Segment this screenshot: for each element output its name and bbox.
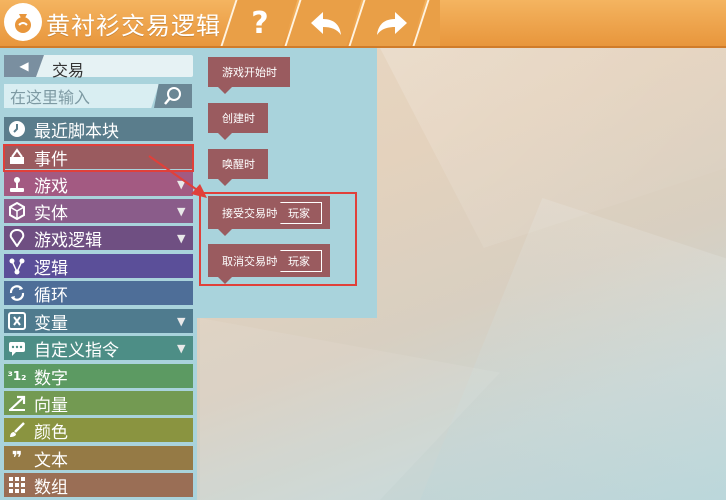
redo-icon <box>377 12 407 35</box>
category-recent[interactable]: 最近脚本块 <box>4 117 193 142</box>
block-label: 创建时 <box>222 112 255 125</box>
brush-icon <box>6 419 28 441</box>
category-label: 数组 <box>34 477 68 498</box>
block-on-awake[interactable]: 唤醒时 <box>208 149 268 186</box>
category-label: 逻辑 <box>34 258 68 279</box>
category-label: 游戏逻辑 <box>34 230 102 251</box>
category-label: 文本 <box>34 450 68 471</box>
search-input[interactable] <box>8 85 152 109</box>
category-color[interactable]: 颜色 <box>4 418 193 443</box>
loop-icon <box>6 282 28 304</box>
logic-icon <box>6 255 28 277</box>
grid-icon <box>6 474 28 496</box>
category-logic[interactable]: 逻辑 <box>4 254 193 279</box>
category-variable[interactable]: 变量 ▼ <box>4 309 193 334</box>
category-vector[interactable]: 向量 <box>4 391 193 416</box>
window-title: 黄衬衫交易逻辑 <box>46 12 221 40</box>
annotation-arrow-icon <box>148 155 207 198</box>
category-text[interactable]: ❞ 文本 <box>4 446 193 471</box>
category-label: 循环 <box>34 285 68 306</box>
chevron-down-icon: ▼ <box>177 204 186 218</box>
triangle-left-icon: ◀ <box>19 59 29 73</box>
chevron-down-icon: ▼ <box>177 341 186 355</box>
block-label: 游戏开始时 <box>222 66 277 79</box>
chat-icon <box>6 337 28 359</box>
category-label: 最近脚本块 <box>34 121 119 142</box>
category-label: 数字 <box>34 368 68 389</box>
block-on-create[interactable]: 创建时 <box>208 103 268 140</box>
search-button[interactable] <box>154 84 192 108</box>
redo-button[interactable] <box>362 0 422 46</box>
logo-icon <box>4 3 42 41</box>
search-icon <box>164 87 181 105</box>
undo-icon <box>311 12 341 35</box>
chevron-down-icon: ▼ <box>177 231 186 245</box>
category-label: 向量 <box>34 395 68 416</box>
category-label: 变量 <box>34 313 68 334</box>
category-loop[interactable]: 循环 <box>4 281 193 306</box>
cube-icon <box>6 200 28 222</box>
help-icon: ? <box>251 5 269 41</box>
bulb-icon <box>6 227 28 249</box>
help-button[interactable]: ? <box>230 0 290 46</box>
breadcrumb-label: 交易 <box>52 61 85 80</box>
category-game-logic[interactable]: 游戏逻辑 ▼ <box>4 226 193 251</box>
block-label: 唤醒时 <box>222 158 255 171</box>
undo-button[interactable] <box>296 0 356 46</box>
quote-icon: ❞ <box>11 447 23 469</box>
variable-icon <box>6 310 28 332</box>
highlight-box-blocks <box>199 192 357 286</box>
joystick-icon <box>6 173 28 195</box>
category-array[interactable]: 数组 <box>4 473 193 498</box>
number-icon: ³1₂ <box>7 369 27 383</box>
category-label: 颜色 <box>34 422 68 443</box>
category-custom-command[interactable]: 自定义指令 ▼ <box>4 336 193 361</box>
clock-icon <box>6 118 28 140</box>
chevron-down-icon: ▼ <box>177 314 186 328</box>
vector-icon <box>6 392 28 414</box>
top-toolbar: 黄衬衫交易逻辑 ? <box>0 0 726 48</box>
category-label: 自定义指令 <box>34 340 119 361</box>
category-number[interactable]: ³1₂ 数字 <box>4 364 193 389</box>
block-game-start[interactable]: 游戏开始时 <box>208 57 290 94</box>
